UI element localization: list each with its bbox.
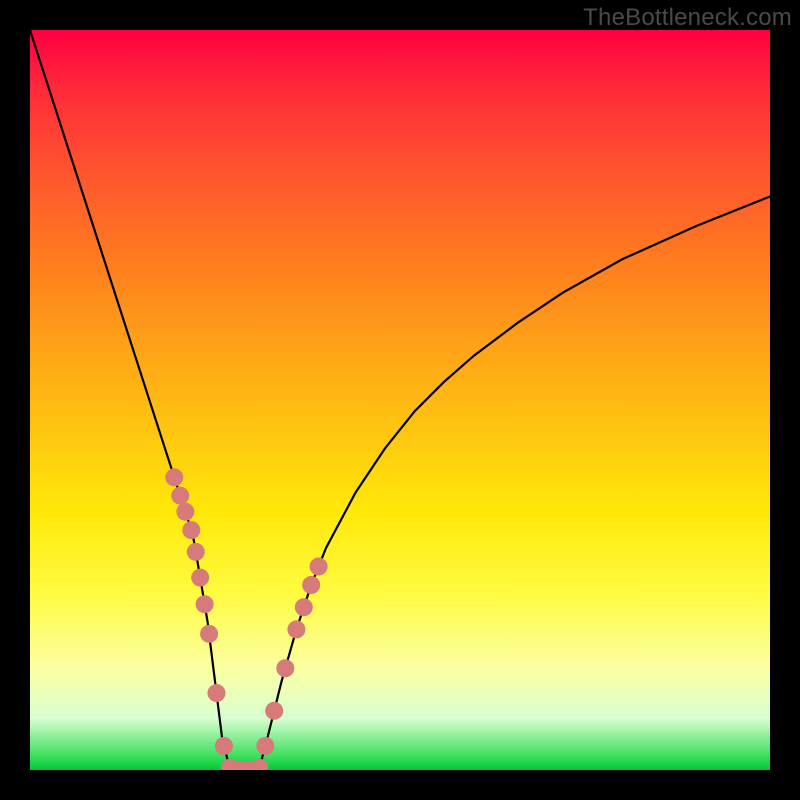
plot-area [30,30,770,770]
data-marker [256,737,274,755]
data-marker [187,543,205,561]
data-marker [171,487,189,505]
data-marker [287,620,305,638]
data-marker [176,503,194,521]
data-marker [191,569,209,587]
bottleneck-curve [30,30,770,770]
data-marker [276,659,294,677]
data-marker [302,576,320,594]
data-markers [165,468,327,770]
data-marker [295,598,313,616]
data-marker [182,521,200,539]
curve-svg [30,30,770,770]
data-marker [310,558,328,576]
watermark-text: TheBottleneck.com [583,4,792,32]
chart-frame: TheBottleneck.com [0,0,800,800]
data-marker [165,468,183,486]
data-marker [207,684,225,702]
data-marker [265,702,283,720]
data-marker [196,595,214,613]
data-marker [215,737,233,755]
data-marker [200,625,218,643]
data-marker [250,759,268,770]
